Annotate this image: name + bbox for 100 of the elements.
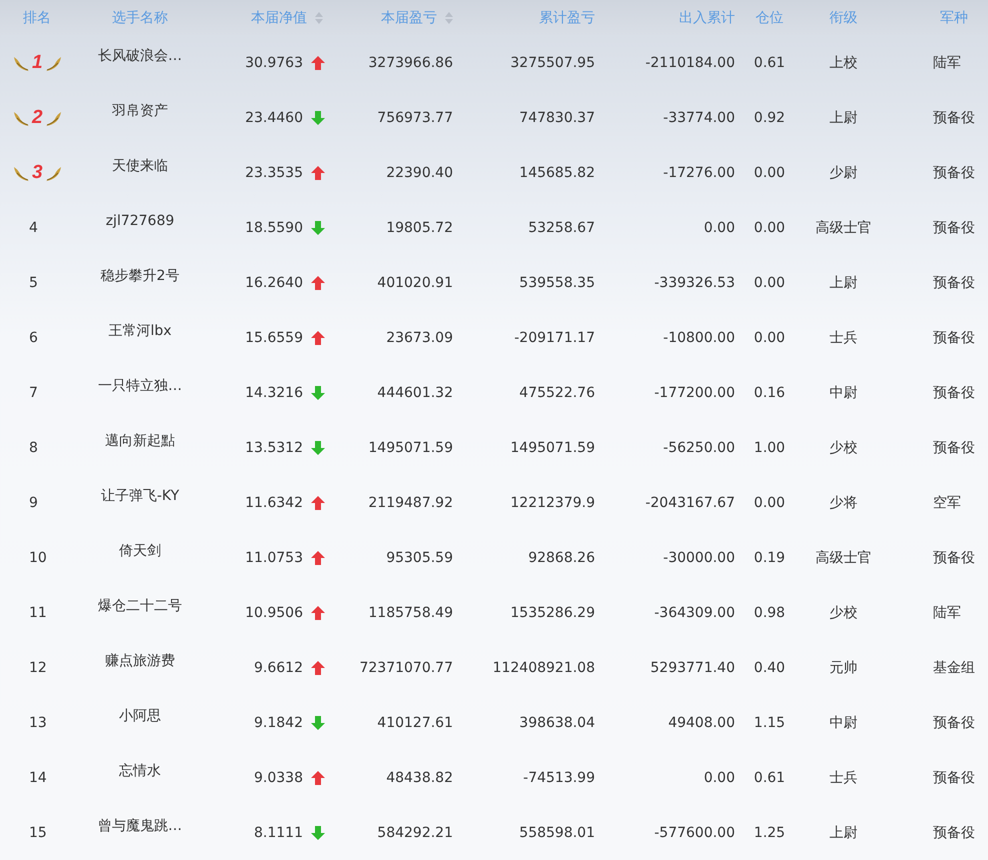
rank-number: 8	[29, 440, 38, 456]
branch-name: 预备役	[933, 330, 975, 346]
position-value: 0.00	[754, 494, 786, 510]
rank-number: 14	[29, 770, 47, 786]
column-header: 衔级	[830, 8, 858, 26]
profit-value: 22390.40	[386, 164, 453, 180]
branch-name: 预备役	[933, 824, 975, 840]
position-value: 0.19	[754, 550, 786, 566]
total-profit-value: 112408921.08	[492, 660, 595, 676]
flow-value: -56250.00	[663, 440, 735, 456]
rank-title: 士兵	[830, 770, 858, 786]
flow-value: 49408.00	[668, 714, 735, 730]
column-header: 排名	[23, 8, 51, 26]
flow-value: -30000.00	[663, 550, 735, 566]
position-value: 0.00	[754, 274, 786, 290]
position-value: 0.00	[754, 220, 786, 236]
net-value: 15.6559	[245, 330, 303, 346]
total-profit-value: 92868.26	[528, 550, 595, 566]
column-header: 累计盈亏	[539, 8, 595, 26]
player-name: 王常河lbx	[108, 322, 172, 338]
flow-value: -10800.00	[663, 330, 735, 346]
total-profit-value: -209171.17	[514, 330, 595, 346]
position-value: 0.16	[754, 384, 786, 400]
flow-value: 0.00	[704, 220, 735, 236]
branch-name: 陆军	[933, 604, 961, 620]
rank-title: 少校	[830, 440, 858, 456]
rank-title: 中尉	[830, 714, 858, 730]
profit-value: 756973.77	[377, 110, 453, 126]
rank-number: 9	[29, 494, 38, 510]
player-name: 稳步攀升2号	[100, 268, 180, 284]
net-value: 16.2640	[245, 274, 303, 290]
flow-value: -2043167.67	[645, 494, 735, 510]
flow-value: 5293771.40	[650, 660, 735, 676]
rank-number: 12	[29, 660, 47, 676]
branch-name: 预备役	[933, 164, 975, 180]
rank-title: 中尉	[830, 384, 858, 400]
rank-title: 少校	[830, 604, 858, 620]
player-name: 曾与魔鬼跳…	[98, 818, 182, 834]
net-value: 30.9763	[245, 54, 303, 70]
position-value: 1.25	[754, 824, 786, 840]
net-value: 23.3535	[245, 164, 303, 180]
branch-name: 陆军	[933, 54, 961, 70]
player-name: 倚天剑	[119, 542, 161, 558]
total-profit-value: -74513.99	[523, 770, 595, 786]
flow-value: 0.00	[704, 770, 735, 786]
profit-value: 1495071.59	[368, 440, 453, 456]
rank-title: 士兵	[830, 330, 858, 346]
flow-value: -2110184.00	[645, 54, 735, 70]
net-value: 13.5312	[245, 440, 303, 456]
net-value: 9.0338	[254, 770, 303, 786]
column-header: 仓位	[756, 8, 784, 26]
position-value: 0.61	[754, 54, 786, 70]
flow-value: -339326.53	[654, 274, 735, 290]
net-value: 18.5590	[245, 220, 303, 236]
branch-name: 预备役	[933, 440, 975, 456]
rank-number: 3	[32, 162, 43, 184]
branch-name: 预备役	[933, 274, 975, 290]
player-name: 小阿思	[119, 708, 161, 724]
profit-value: 72371070.77	[359, 660, 453, 676]
player-name: zjl727689	[106, 212, 174, 228]
flow-value: -33774.00	[663, 110, 735, 126]
rank-number: 5	[29, 274, 38, 290]
profit-value: 1185758.49	[368, 604, 453, 620]
sort-icon[interactable]	[315, 12, 323, 24]
rank-number: 7	[29, 384, 38, 400]
player-name: 长风破浪会…	[98, 48, 182, 64]
rank-number: 13	[29, 714, 47, 730]
column-header[interactable]: 本届盈亏	[381, 8, 437, 26]
rank-number: 6	[29, 330, 38, 346]
rank-title: 上校	[830, 54, 858, 70]
column-header[interactable]: 本届净值	[251, 8, 307, 26]
column-header: 军种	[940, 8, 968, 26]
total-profit-value: 539558.35	[519, 274, 595, 290]
net-value: 9.1842	[254, 714, 303, 730]
branch-name: 预备役	[933, 550, 975, 566]
player-name: 羽帛资产	[112, 102, 168, 118]
sort-icon[interactable]	[445, 12, 453, 24]
player-name: 赚点旅游费	[105, 652, 175, 668]
rank-title: 元帅	[830, 660, 858, 676]
total-profit-value: 12212379.9	[510, 494, 595, 510]
rank-title: 上尉	[830, 110, 858, 126]
rank-title: 高级士官	[816, 550, 872, 566]
rank-number: 4	[29, 220, 38, 236]
net-value: 11.0753	[245, 550, 303, 566]
branch-name: 预备役	[933, 714, 975, 730]
total-profit-value: 145685.82	[519, 164, 595, 180]
branch-name: 预备役	[933, 770, 975, 786]
total-profit-value: 53258.67	[528, 220, 595, 236]
branch-name: 空军	[933, 494, 961, 510]
profit-value: 410127.61	[377, 714, 453, 730]
flow-value: -364309.00	[654, 604, 735, 620]
player-name: 天使来临	[112, 158, 168, 174]
rank-title: 少将	[830, 494, 858, 510]
profit-value: 95305.59	[386, 550, 453, 566]
player-name: 忘情水	[119, 762, 161, 778]
total-profit-value: 3275507.95	[510, 54, 595, 70]
total-profit-value: 475522.76	[519, 384, 595, 400]
net-value: 11.6342	[245, 494, 303, 510]
player-name: 邁向新起點	[105, 432, 175, 448]
profit-value: 584292.21	[377, 824, 453, 840]
